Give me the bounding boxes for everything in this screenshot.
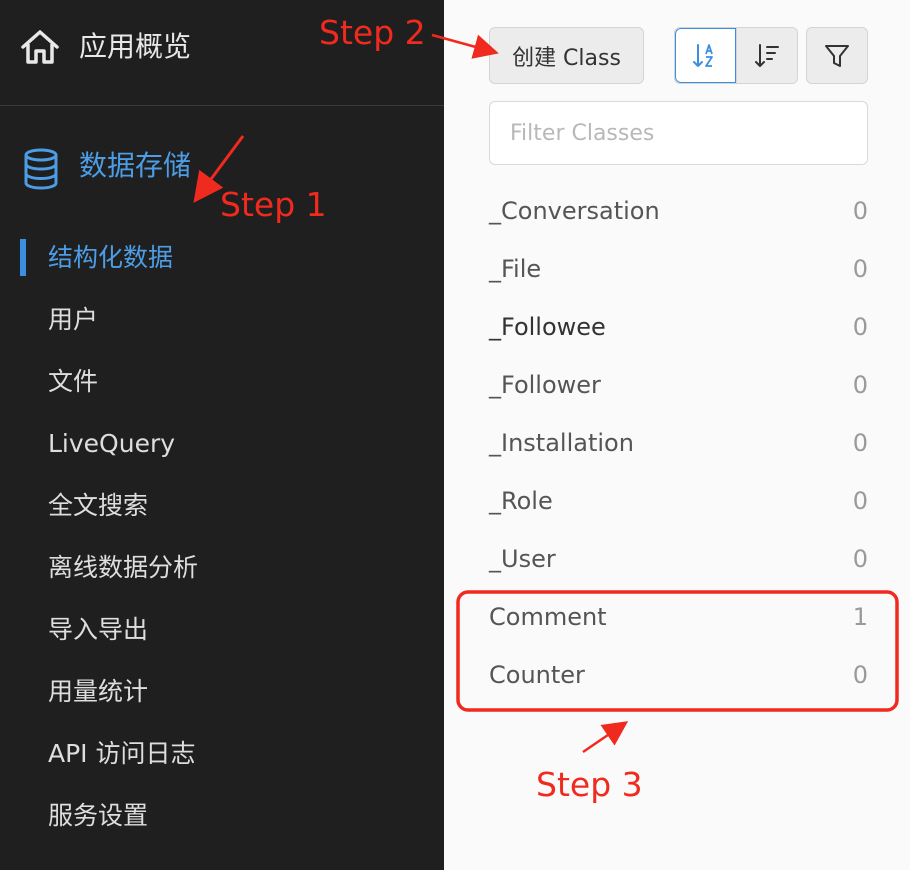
class-row-follower[interactable]: _Follower 0 xyxy=(489,365,868,405)
step1-label: Step 1 xyxy=(220,185,327,224)
funnel-icon xyxy=(825,44,849,67)
class-name: Comment xyxy=(489,603,607,631)
class-name: _File xyxy=(489,255,542,283)
step2-label: Step 2 xyxy=(319,13,426,52)
sidebar-item-livequery[interactable]: LiveQuery xyxy=(48,427,175,461)
sidebar-item-offline-analytics[interactable]: 离线数据分析 xyxy=(48,551,198,585)
class-count: 0 xyxy=(852,255,868,283)
sort-alpha-button[interactable] xyxy=(675,28,737,83)
class-count: 0 xyxy=(852,545,868,573)
class-name: _Followee xyxy=(489,313,606,341)
class-name: _Conversation xyxy=(489,197,660,225)
sort-count-icon xyxy=(755,43,779,67)
class-count: 0 xyxy=(852,661,868,689)
sidebar-item-fulltext-search[interactable]: 全文搜索 xyxy=(48,489,148,523)
class-row-comment[interactable]: Comment 1 xyxy=(489,597,868,637)
active-indicator xyxy=(20,239,26,276)
class-name: _User xyxy=(489,545,556,573)
home-icon[interactable] xyxy=(20,29,60,65)
class-count: 0 xyxy=(852,429,868,457)
app-overview-link[interactable]: 应用概览 xyxy=(79,29,191,65)
class-row-installation[interactable]: _Installation 0 xyxy=(489,423,868,463)
step3-label: Step 3 xyxy=(536,765,643,804)
sidebar-item-files[interactable]: 文件 xyxy=(48,365,98,399)
sidebar-item-import-export[interactable]: 导入导出 xyxy=(48,613,148,647)
class-count: 0 xyxy=(852,197,868,225)
class-row-user[interactable]: _User 0 xyxy=(489,539,868,579)
sidebar: 应用概览 数据存储 结构化数据 用户 文件 LiveQuery 全文搜索 离线数… xyxy=(0,0,444,870)
class-name: _Installation xyxy=(489,429,634,457)
class-name: Counter xyxy=(489,661,585,689)
sidebar-item-structured-data[interactable]: 结构化数据 xyxy=(48,241,173,275)
sidebar-item-usage-stats[interactable]: 用量统计 xyxy=(48,675,148,709)
filter-classes-input[interactable] xyxy=(489,101,868,165)
class-count: 0 xyxy=(852,487,868,515)
class-row-role[interactable]: _Role 0 xyxy=(489,481,868,521)
class-count: 0 xyxy=(852,313,868,341)
sort-alpha-icon xyxy=(692,43,713,67)
create-class-button[interactable]: 创建 Class xyxy=(489,27,644,84)
class-row-file[interactable]: _File 0 xyxy=(489,249,868,289)
class-row-conversation[interactable]: _Conversation 0 xyxy=(489,191,868,231)
class-row-followee[interactable]: _Followee 0 xyxy=(489,307,868,347)
sidebar-item-api-logs[interactable]: API 访问日志 xyxy=(48,737,196,771)
section-title-data-storage[interactable]: 数据存储 xyxy=(79,146,191,186)
class-name: _Follower xyxy=(489,371,601,399)
class-count: 1 xyxy=(852,603,868,631)
class-list-panel: 创建 Class _Conversation 0 _File 0 _Fo xyxy=(444,0,910,870)
class-count: 0 xyxy=(852,371,868,399)
filter-button[interactable] xyxy=(806,27,868,84)
sidebar-item-service-settings[interactable]: 服务设置 xyxy=(48,799,148,833)
class-name: _Role xyxy=(489,487,553,515)
sort-count-button[interactable] xyxy=(736,28,797,83)
sidebar-item-users[interactable]: 用户 xyxy=(48,303,98,337)
sort-toggle-group xyxy=(674,27,798,84)
class-row-counter[interactable]: Counter 0 xyxy=(489,655,868,695)
database-icon xyxy=(24,148,58,190)
